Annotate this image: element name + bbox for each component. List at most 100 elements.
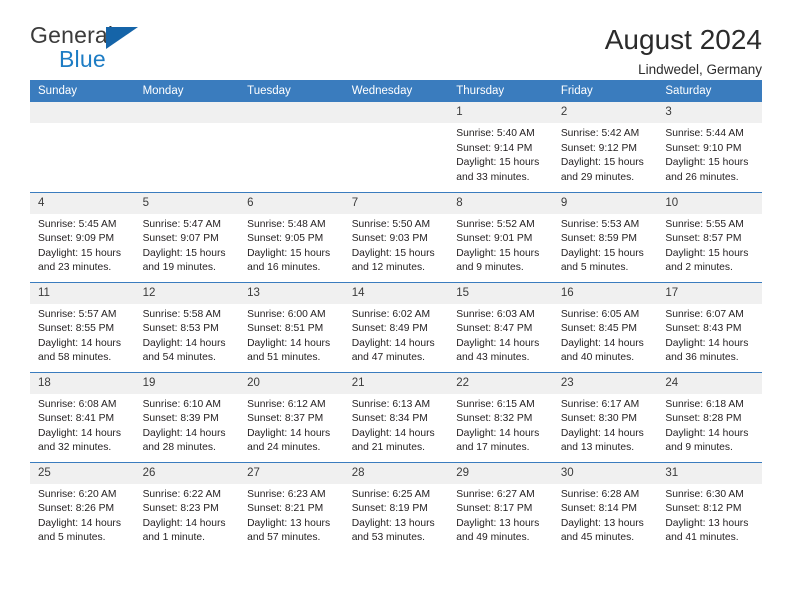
day-sun-info: Sunrise: 6:00 AM Sunset: 8:51 PM Daylight:…	[239, 304, 344, 366]
blue-triangle-icon	[106, 27, 138, 49]
day-daylight2-text: and 33 minutes.	[456, 171, 530, 183]
day-daylight2-text: and 57 minutes.	[247, 532, 321, 544]
day-number: 23	[552, 372, 658, 394]
calendar-day-cell[interactable]: 12 Sunrise: 5:58 AM Sunset: 8:53 PM Dayligh…	[134, 281, 240, 372]
calendar-day-cell-empty	[239, 102, 344, 192]
day-sunset-text: Sunset: 8:57 PM	[665, 233, 742, 245]
day-sunrise-text: Sunrise: 6:08 AM	[38, 398, 117, 410]
day-daylight2-text: and 17 minutes.	[456, 442, 530, 454]
day-sunrise-text: Sunrise: 5:53 AM	[560, 218, 640, 230]
calendar-day-cell-empty	[30, 102, 135, 192]
calendar-day-cell[interactable]: 10 Sunrise: 5:55 AM Sunset: 8:57 PM Dayligh…	[657, 191, 762, 282]
day-sunrise-text: Sunrise: 5:57 AM	[38, 308, 117, 320]
day-daylight1-text: Daylight: 15 hours	[560, 157, 644, 169]
day-daylight2-text: and 5 minutes.	[38, 532, 106, 544]
day-daylight1-text: Daylight: 15 hours	[456, 247, 540, 259]
calendar-day-cell[interactable]: 26 Sunrise: 6:22 AM Sunset: 8:23 PM Dayligh…	[134, 461, 240, 552]
calendar-day-cell[interactable]: 29 Sunrise: 6:27 AM Sunset: 8:17 PM Dayligh…	[448, 461, 553, 552]
day-daylight2-text: and 36 minutes.	[665, 352, 739, 364]
calendar-day-cell[interactable]: 3 Sunrise: 5:44 AM Sunset: 9:10 PM Daylight…	[657, 102, 762, 192]
day-daylight1-text: Daylight: 15 hours	[247, 247, 331, 259]
calendar-day-cell[interactable]: 16 Sunrise: 6:05 AM Sunset: 8:45 PM Dayligh…	[552, 281, 658, 372]
day-sun-info: Sunrise: 5:44 AM Sunset: 9:10 PM Daylight:…	[657, 123, 762, 185]
day-number: 8	[448, 192, 553, 214]
day-daylight2-text: and 47 minutes.	[351, 352, 425, 364]
day-number: 3	[657, 102, 762, 123]
calendar-day-cell[interactable]: 20 Sunrise: 6:12 AM Sunset: 8:37 PM Dayligh…	[239, 371, 344, 462]
day-daylight2-text: and 9 minutes.	[456, 262, 524, 274]
day-sunset-text: Sunset: 9:07 PM	[142, 233, 219, 245]
day-sunset-text: Sunset: 9:09 PM	[38, 233, 115, 245]
weekday-header-friday: Friday	[552, 80, 658, 102]
calendar-day-cell[interactable]: 24 Sunrise: 6:18 AM Sunset: 8:28 PM Dayligh…	[657, 371, 762, 462]
month-calendar: Sunday Monday Tuesday Wednesday Thursday Frid…	[30, 80, 762, 552]
calendar-day-cell[interactable]: 9 Sunrise: 5:53 AM Sunset: 8:59 PM Daylight…	[552, 191, 658, 282]
calendar-day-cell[interactable]: 1 Sunrise: 5:40 AM Sunset: 9:14 PM Daylight…	[448, 102, 553, 192]
day-number: 29	[448, 462, 553, 484]
day-sunrise-text: Sunrise: 6:25 AM	[351, 488, 431, 500]
day-sunrise-text: Sunrise: 6:17 AM	[560, 398, 640, 410]
day-sunrise-text: Sunrise: 6:27 AM	[456, 488, 535, 500]
calendar-day-cell[interactable]: 19 Sunrise: 6:10 AM Sunset: 8:39 PM Dayligh…	[134, 371, 240, 462]
day-daylight1-text: Daylight: 15 hours	[456, 157, 540, 169]
calendar-day-cell[interactable]: 15 Sunrise: 6:03 AM Sunset: 8:47 PM Dayligh…	[448, 281, 553, 372]
calendar-day-cell[interactable]: 23 Sunrise: 6:17 AM Sunset: 8:30 PM Dayligh…	[552, 371, 658, 462]
day-sunrise-text: Sunrise: 6:10 AM	[142, 398, 221, 410]
day-daylight1-text: Daylight: 14 hours	[456, 427, 540, 439]
day-number	[343, 102, 449, 123]
day-number	[30, 102, 135, 123]
day-sun-info: Sunrise: 5:45 AM Sunset: 9:09 PM Daylight:…	[30, 214, 135, 276]
calendar-day-cell[interactable]: 27 Sunrise: 6:23 AM Sunset: 8:21 PM Dayligh…	[239, 461, 344, 552]
calendar-day-cell[interactable]: 18 Sunrise: 6:08 AM Sunset: 8:41 PM Dayligh…	[30, 371, 135, 462]
day-sunrise-text: Sunrise: 5:48 AM	[247, 218, 326, 230]
day-sun-info: Sunrise: 6:15 AM Sunset: 8:32 PM Daylight:…	[448, 394, 553, 456]
weekday-header-monday: Monday	[134, 80, 240, 102]
day-sunrise-text: Sunrise: 5:45 AM	[38, 218, 117, 230]
calendar-day-cell[interactable]: 31 Sunrise: 6:30 AM Sunset: 8:12 PM Dayligh…	[657, 461, 762, 552]
calendar-day-cell-empty	[343, 102, 449, 192]
day-daylight2-text: and 19 minutes.	[142, 262, 216, 274]
day-daylight1-text: Daylight: 15 hours	[665, 157, 749, 169]
day-sunrise-text: Sunrise: 6:07 AM	[665, 308, 744, 320]
day-sun-info: Sunrise: 5:53 AM Sunset: 8:59 PM Daylight:…	[553, 214, 658, 276]
calendar-day-cell[interactable]: 6 Sunrise: 5:48 AM Sunset: 9:05 PM Daylight…	[239, 191, 344, 282]
logo-text-blue: Blue	[59, 46, 106, 72]
day-daylight2-text: and 43 minutes.	[456, 352, 530, 364]
day-sunset-text: Sunset: 8:41 PM	[38, 413, 115, 425]
day-sun-info: Sunrise: 6:02 AM Sunset: 8:49 PM Daylight:…	[344, 304, 449, 366]
day-daylight2-text: and 51 minutes.	[247, 352, 321, 364]
calendar-body: 1 Sunrise: 5:40 AM Sunset: 9:14 PM Daylight…	[30, 102, 762, 552]
title-block: August 2024 Lindwedel, Germany	[605, 24, 762, 77]
day-daylight2-text: and 58 minutes.	[38, 352, 112, 364]
calendar-day-cell[interactable]: 8 Sunrise: 5:52 AM Sunset: 9:01 PM Daylight…	[448, 191, 553, 282]
day-sunrise-text: Sunrise: 6:03 AM	[456, 308, 535, 320]
day-number: 30	[552, 462, 658, 484]
calendar-day-cell[interactable]: 4 Sunrise: 5:45 AM Sunset: 9:09 PM Daylight…	[30, 191, 135, 282]
calendar-day-cell[interactable]: 14 Sunrise: 6:02 AM Sunset: 8:49 PM Dayligh…	[343, 281, 449, 372]
day-sunset-text: Sunset: 9:14 PM	[456, 142, 533, 154]
day-sun-info: Sunrise: 6:22 AM Sunset: 8:23 PM Daylight:…	[135, 484, 240, 546]
day-number: 10	[657, 192, 762, 214]
calendar-day-cell[interactable]: 17 Sunrise: 6:07 AM Sunset: 8:43 PM Dayligh…	[657, 281, 762, 372]
day-number: 5	[134, 192, 240, 214]
day-sun-info: Sunrise: 6:30 AM Sunset: 8:12 PM Daylight:…	[657, 484, 762, 546]
calendar-day-cell[interactable]: 30 Sunrise: 6:28 AM Sunset: 8:14 PM Dayligh…	[552, 461, 658, 552]
day-daylight1-text: Daylight: 14 hours	[142, 337, 226, 349]
calendar-day-cell[interactable]: 28 Sunrise: 6:25 AM Sunset: 8:19 PM Dayligh…	[343, 461, 449, 552]
calendar-day-cell[interactable]: 22 Sunrise: 6:15 AM Sunset: 8:32 PM Dayligh…	[448, 371, 553, 462]
calendar-day-cell[interactable]: 7 Sunrise: 5:50 AM Sunset: 9:03 PM Daylight…	[343, 191, 449, 282]
calendar-day-cell[interactable]: 11 Sunrise: 5:57 AM Sunset: 8:55 PM Dayligh…	[30, 281, 135, 372]
day-sunrise-text: Sunrise: 5:40 AM	[456, 128, 535, 139]
day-daylight2-text: and 54 minutes.	[142, 352, 216, 364]
day-daylight1-text: Daylight: 15 hours	[142, 247, 226, 259]
calendar-day-cell[interactable]: 21 Sunrise: 6:13 AM Sunset: 8:34 PM Dayligh…	[343, 371, 449, 462]
calendar-day-cell[interactable]: 25 Sunrise: 6:20 AM Sunset: 8:26 PM Dayligh…	[30, 461, 135, 552]
calendar-day-cell[interactable]: 2 Sunrise: 5:42 AM Sunset: 9:12 PM Daylight…	[552, 102, 658, 192]
calendar-day-cell[interactable]: 13 Sunrise: 6:00 AM Sunset: 8:51 PM Dayligh…	[239, 281, 344, 372]
general-blue-logo[interactable]: General Blue	[30, 24, 150, 74]
day-number: 24	[657, 372, 762, 394]
day-sun-info: Sunrise: 6:05 AM Sunset: 8:45 PM Daylight:…	[553, 304, 658, 366]
day-sunrise-text: Sunrise: 5:47 AM	[142, 218, 221, 230]
day-daylight1-text: Daylight: 13 hours	[665, 517, 749, 529]
calendar-day-cell[interactable]: 5 Sunrise: 5:47 AM Sunset: 9:07 PM Daylight…	[134, 191, 240, 282]
